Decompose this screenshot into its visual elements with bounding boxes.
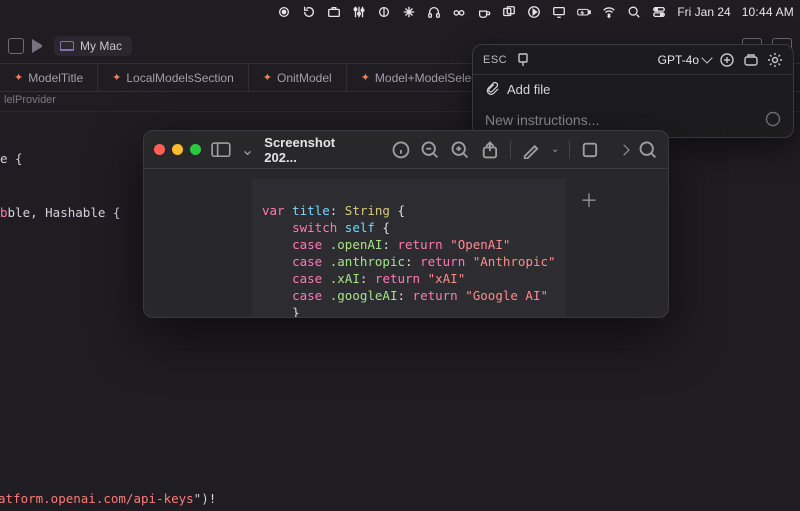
device-selector[interactable]: My Mac [54, 36, 132, 56]
chevron-right-icon[interactable] [619, 144, 630, 155]
chevron-down-icon [701, 52, 712, 63]
send-icon[interactable] [765, 111, 781, 130]
close-window-icon[interactable] [154, 144, 165, 155]
fullscreen-window-icon[interactable] [190, 144, 201, 155]
paperclip-icon [485, 81, 499, 98]
model-label: GPT-4o [658, 53, 699, 67]
macos-menubar: Fri Jan 24 10:44 AM [0, 0, 800, 24]
sidebar-toggle-icon[interactable] [8, 38, 24, 54]
settings-icon[interactable] [767, 52, 783, 68]
wifi-icon[interactable] [602, 5, 616, 19]
menubar-time[interactable]: 10:44 AM [742, 5, 794, 19]
battery-icon[interactable] [577, 5, 591, 19]
search-icon[interactable] [638, 140, 658, 160]
breadcrumb-label: lelProvider [4, 94, 56, 106]
info-icon[interactable] [391, 140, 411, 160]
traffic-lights [154, 144, 201, 155]
device-label: My Mac [80, 39, 122, 53]
spotlight-icon[interactable] [627, 5, 641, 19]
swift-icon: ✦ [263, 71, 272, 84]
swift-icon: ✦ [14, 71, 23, 84]
pin-icon[interactable] [515, 52, 531, 68]
menubar-date[interactable]: Fri Jan 24 [677, 5, 730, 19]
ai-panel-header: ESC GPT-4o [473, 45, 793, 75]
model-selector[interactable]: GPT-4o [658, 53, 711, 67]
new-chat-icon[interactable] [719, 52, 735, 68]
play-circle-icon[interactable] [527, 5, 541, 19]
circle-icon[interactable] [377, 5, 391, 19]
background-code: e { bble, Hashable { atform.openai.com/a… [0, 114, 120, 258]
display-icon[interactable] [552, 5, 566, 19]
rotate-icon[interactable] [580, 140, 600, 160]
tab-label: LocalModelsSection [126, 71, 233, 85]
add-file-label: Add file [507, 82, 550, 97]
history-icon[interactable] [743, 52, 759, 68]
ai-assistant-panel: ESC GPT-4o Add file New instructions... [472, 44, 794, 138]
share-icon[interactable] [480, 140, 500, 160]
toolbox-icon[interactable] [327, 5, 341, 19]
preview-window: ⌄ Screenshot 202... ⌄ ＋ var title: Strin… [143, 130, 669, 318]
asterisk-icon[interactable] [402, 5, 416, 19]
coffee-icon[interactable] [477, 5, 491, 19]
swift-icon: ✦ [361, 71, 370, 84]
divider [569, 141, 570, 159]
sidebar-icon[interactable] [211, 140, 231, 160]
preview-titlebar[interactable]: ⌄ Screenshot 202... ⌄ [144, 131, 668, 169]
preview-title: Screenshot 202... [264, 135, 370, 165]
divider [510, 141, 511, 159]
swift-icon: ✦ [112, 71, 121, 84]
windows-icon[interactable] [502, 5, 516, 19]
laptop-icon [60, 41, 74, 51]
refresh-icon[interactable] [302, 5, 316, 19]
zoom-in-icon[interactable] [450, 140, 470, 160]
tab-label: ModelTitle [28, 71, 83, 85]
prompt-placeholder[interactable]: New instructions... [485, 112, 599, 128]
control-center-icon[interactable] [652, 5, 666, 19]
add-file-row[interactable]: Add file [473, 75, 793, 103]
chevron-down-icon[interactable]: ⌄ [241, 140, 254, 160]
add-cursor-icon: ＋ [580, 187, 598, 213]
tab-modeltitle[interactable]: ✦ ModelTitle [0, 64, 98, 91]
minimize-window-icon[interactable] [172, 144, 183, 155]
glasses-icon[interactable] [452, 5, 466, 19]
esc-label[interactable]: ESC [483, 54, 507, 66]
run-button-icon[interactable] [32, 39, 46, 53]
markup-icon[interactable] [521, 140, 541, 160]
tab-label: OnitModel [277, 71, 332, 85]
sliders-icon[interactable] [352, 5, 366, 19]
code-snippet: var title: String { switch self { case .… [252, 179, 566, 318]
chevron-down-icon[interactable]: ⌄ [551, 144, 559, 155]
record-icon[interactable] [277, 5, 291, 19]
tab-onitmodel[interactable]: ✦ OnitModel [249, 64, 347, 91]
headphones-icon[interactable] [427, 5, 441, 19]
zoom-out-icon[interactable] [420, 140, 440, 160]
tab-localmodelssection[interactable]: ✦ LocalModelsSection [98, 64, 249, 91]
